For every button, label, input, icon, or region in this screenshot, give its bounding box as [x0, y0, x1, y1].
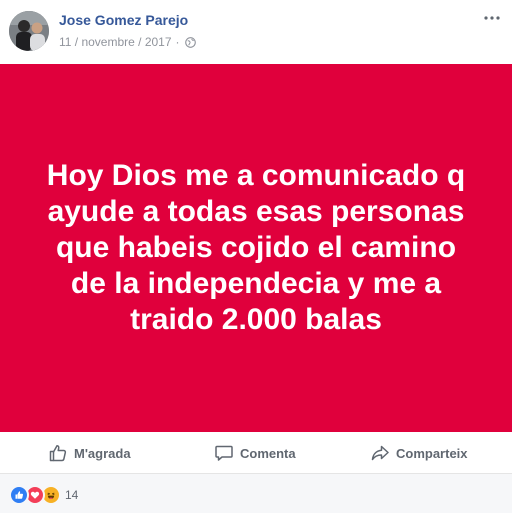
meta-separator: · — [175, 35, 180, 49]
author-name[interactable]: Jose Gomez Parejo — [59, 12, 188, 28]
status-text: Hoy Dios me a comunicado q ayude a todas… — [46, 159, 466, 336]
post-actions-bar: M'agrada Comenta Comparteix — [0, 432, 512, 474]
share-label: Comparteix — [396, 445, 468, 461]
more-options-icon[interactable] — [482, 10, 502, 26]
post-meta: 11 / novembre / 2017 · — [59, 35, 196, 49]
post-header: Jose Gomez Parejo 11 / novembre / 2017 · — [0, 0, 512, 64]
reactions-footer: 14 — [0, 474, 512, 513]
status-background: Hoy Dios me a comunicado q ayude a todas… — [0, 64, 512, 432]
thumbs-up-icon — [49, 445, 67, 462]
comment-label: Comenta — [240, 445, 296, 461]
like-reaction-icon — [9, 485, 29, 505]
post-card: Jose Gomez Parejo 11 / novembre / 2017 ·… — [0, 0, 512, 513]
reaction-count: 14 — [65, 488, 79, 502]
share-arrow-icon — [371, 445, 389, 461]
globe-icon[interactable] — [184, 36, 196, 48]
like-button[interactable]: M'agrada — [48, 442, 131, 464]
reactions-summary[interactable]: 14 — [9, 485, 78, 505]
like-label: M'agrada — [74, 445, 131, 461]
post-date[interactable]: 11 / novembre / 2017 — [59, 35, 172, 49]
comment-button[interactable]: Comenta — [214, 442, 296, 464]
author-avatar[interactable] — [9, 11, 49, 51]
share-button[interactable]: Comparteix — [370, 442, 468, 464]
comment-icon — [215, 445, 233, 461]
avatar-photo-icon — [9, 11, 49, 51]
